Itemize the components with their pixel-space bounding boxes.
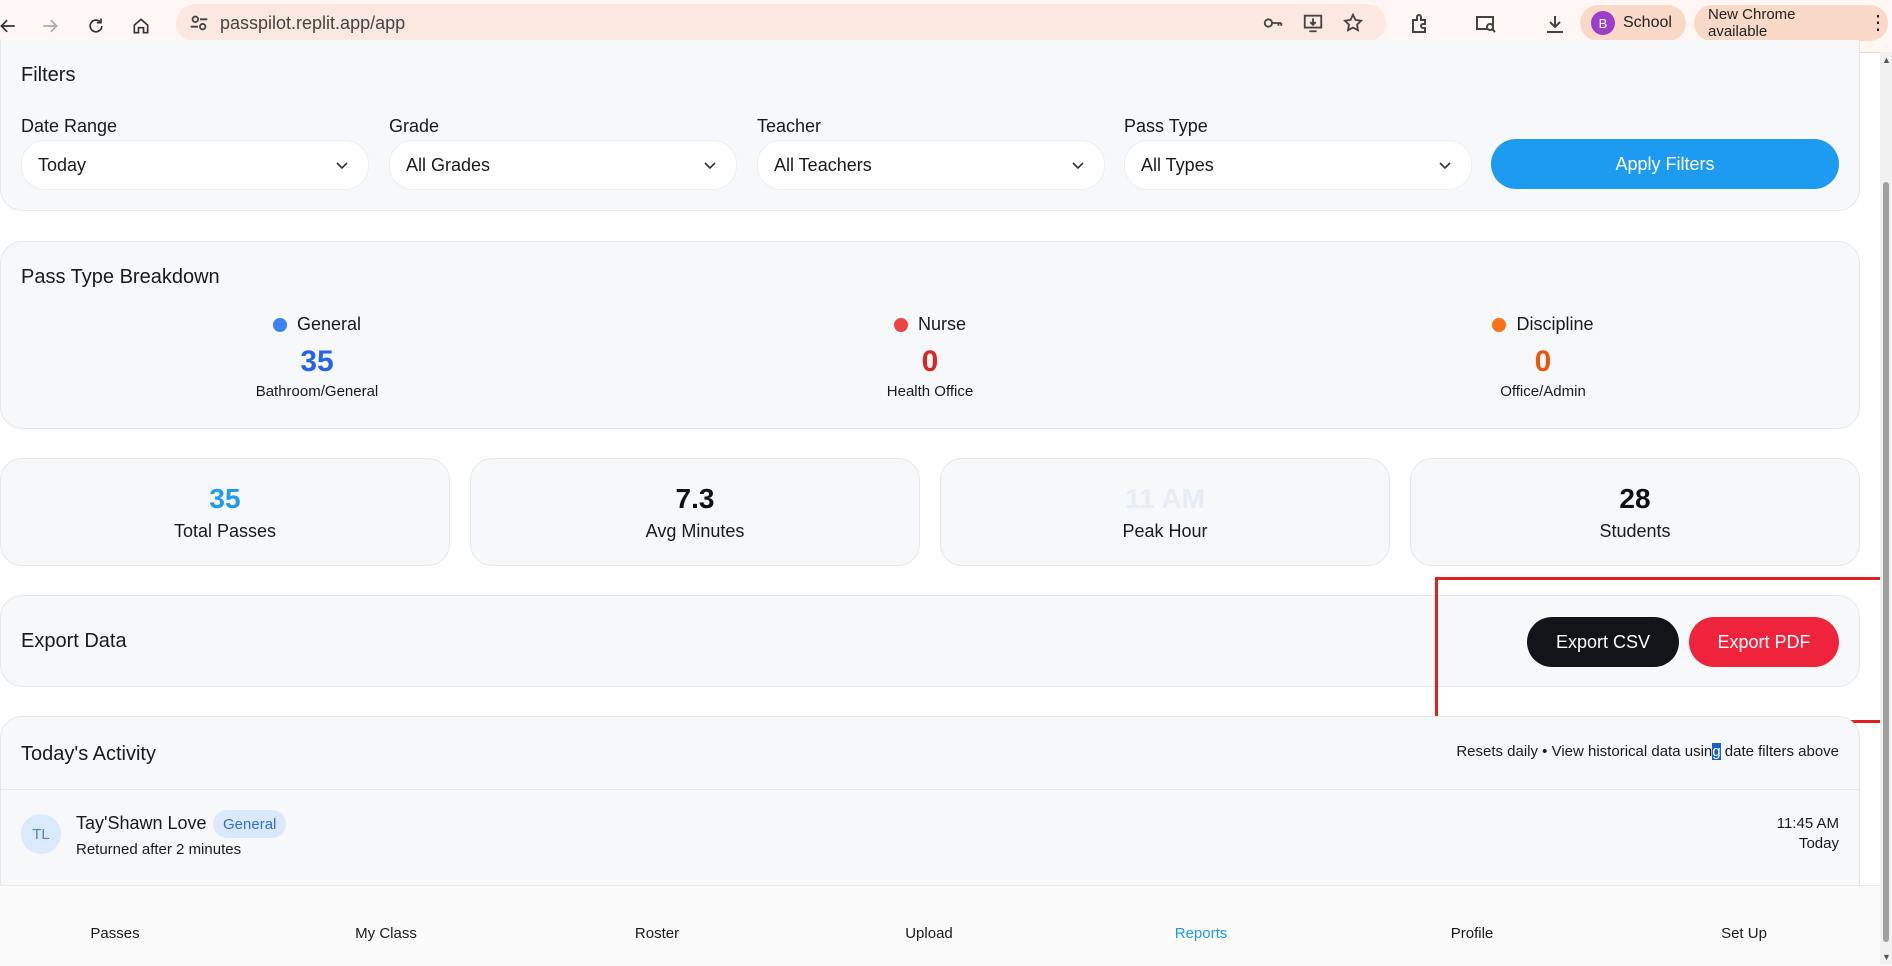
chevron-down-icon (1439, 162, 1451, 170)
breakdown-general-sub: Bathroom/General (255, 383, 379, 400)
stat-total-passes-value: 35 (209, 483, 241, 514)
date-range-value: Today (38, 155, 87, 175)
apply-filters-button[interactable]: Apply Filters (1491, 139, 1839, 189)
export-title: Export Data (21, 630, 127, 652)
nav-roster[interactable]: Roster (557, 925, 757, 942)
stat-students-label: Students (1599, 521, 1671, 541)
stat-peak-hour: 11 AM Peak Hour (940, 458, 1390, 566)
general-dot-icon (272, 317, 287, 332)
stat-students: 28 Students (1410, 458, 1860, 566)
breakdown-discipline-sub: Office/Admin (1500, 383, 1586, 400)
key-icon[interactable] (1262, 12, 1284, 34)
discipline-dot-icon (1492, 317, 1507, 332)
teacher-label: Teacher (757, 116, 822, 136)
address-bar[interactable]: passpilot.replit.app/app (176, 4, 1386, 42)
pass-type-badge: General (213, 810, 287, 838)
reload-icon[interactable] (80, 10, 112, 42)
stat-students-value: 28 (1619, 483, 1651, 514)
filters-title: Filters (21, 64, 76, 86)
nav-set-up[interactable]: Set Up (1644, 925, 1844, 942)
profile-name: School (1623, 14, 1672, 31)
chevron-down-icon (1072, 162, 1084, 170)
breakdown-general-name: General (296, 314, 362, 334)
star-icon[interactable] (1342, 12, 1364, 34)
activity-time-value: 11:45 AM (1776, 815, 1839, 832)
date-range-select[interactable]: Today (21, 140, 369, 190)
annotation-highlight-box (1435, 577, 1885, 723)
grade-value: All Grades (406, 155, 491, 175)
stat-avg-minutes-label: Avg Minutes (645, 521, 745, 541)
download-icon[interactable] (1543, 12, 1567, 36)
back-icon[interactable] (0, 10, 24, 42)
page-scrollbar[interactable]: ▲ ▼ (1880, 52, 1892, 965)
stat-total-passes-label: Total Passes (173, 521, 277, 541)
install-icon[interactable] (1302, 12, 1324, 34)
profile-button[interactable]: B School (1580, 5, 1686, 41)
pass-type-label: Pass Type (1124, 116, 1208, 136)
site-info-icon[interactable] (188, 12, 210, 34)
activity-note: Resets daily • View historical data usin… (1456, 743, 1839, 760)
chrome-update-button[interactable]: New Chrome available ⋮ (1694, 5, 1888, 41)
scrollbar-thumb[interactable] (1883, 182, 1889, 942)
scroll-down-icon[interactable]: ▼ (1882, 953, 1891, 962)
nav-my-class[interactable]: My Class (286, 925, 486, 942)
update-label: New Chrome available (1708, 6, 1796, 40)
activity-title: Today's Activity (21, 743, 156, 765)
pass-type-breakdown-card: Pass Type Breakdown General 35 Bathroom/… (0, 241, 1860, 429)
bottom-navigation: Passes My Class Roster Upload Reports Pr… (0, 885, 1880, 966)
breakdown-title: Pass Type Breakdown (21, 266, 220, 288)
forward-icon[interactable] (34, 10, 66, 42)
menu-icon[interactable]: ⋮ (1868, 13, 1888, 33)
nav-reports[interactable]: Reports (1101, 925, 1301, 942)
extensions-icon[interactable] (1408, 12, 1432, 36)
breakdown-nurse: Nurse 0 Health Office (770, 314, 1090, 400)
breakdown-discipline-count: 0 (1534, 345, 1552, 378)
avatar: TL (21, 814, 61, 854)
pass-type-value: All Types (1141, 155, 1214, 175)
activity-detail: Returned after 2 minutes (76, 841, 242, 858)
chevron-down-icon (336, 162, 348, 170)
chevron-down-icon (704, 162, 716, 170)
stat-avg-minutes-value: 7.3 (675, 483, 715, 514)
teacher-select[interactable]: All Teachers (757, 140, 1105, 190)
breakdown-nurse-sub: Health Office (886, 383, 974, 400)
stat-peak-hour-value: 11 AM (1125, 483, 1205, 514)
home-icon[interactable] (125, 10, 157, 42)
scroll-up-icon[interactable]: ▲ (1882, 56, 1891, 65)
grade-label: Grade (389, 116, 440, 136)
activity-day-value: Today (1798, 835, 1839, 852)
profile-avatar: B (1591, 11, 1615, 35)
media-search-icon[interactable] (1474, 12, 1498, 36)
breakdown-nurse-name: Nurse (917, 314, 966, 334)
stat-avg-minutes: 7.3 Avg Minutes (470, 458, 920, 566)
grade-select[interactable]: All Grades (389, 140, 737, 190)
nav-profile[interactable]: Profile (1372, 925, 1572, 942)
activity-row[interactable]: TL Tay'Shawn Love General Returned after… (1, 790, 1859, 882)
stat-peak-hour-label: Peak Hour (1122, 521, 1208, 541)
filters-card: Filters Date Range Today Grade All Grade… (0, 40, 1860, 211)
student-name: Tay'Shawn Love (76, 813, 207, 833)
stat-total-passes: 35 Total Passes (0, 458, 450, 566)
activity-time: 11:45 AM Today (1777, 814, 1839, 854)
nurse-dot-icon (893, 317, 908, 332)
breakdown-discipline: Discipline 0 Office/Admin (1383, 314, 1703, 400)
breakdown-general-count: 35 (300, 345, 334, 378)
url-text[interactable]: passpilot.replit.app/app (220, 13, 405, 34)
date-range-label: Date Range (21, 116, 118, 136)
breakdown-nurse-count: 0 (921, 345, 939, 378)
breakdown-discipline-name: Discipline (1516, 314, 1594, 334)
nav-passes[interactable]: Passes (15, 925, 215, 942)
nav-upload[interactable]: Upload (829, 925, 1029, 942)
breakdown-general: General 35 Bathroom/General (157, 314, 477, 400)
teacher-value: All Teachers (774, 155, 872, 175)
pass-type-select[interactable]: All Types (1124, 140, 1472, 190)
